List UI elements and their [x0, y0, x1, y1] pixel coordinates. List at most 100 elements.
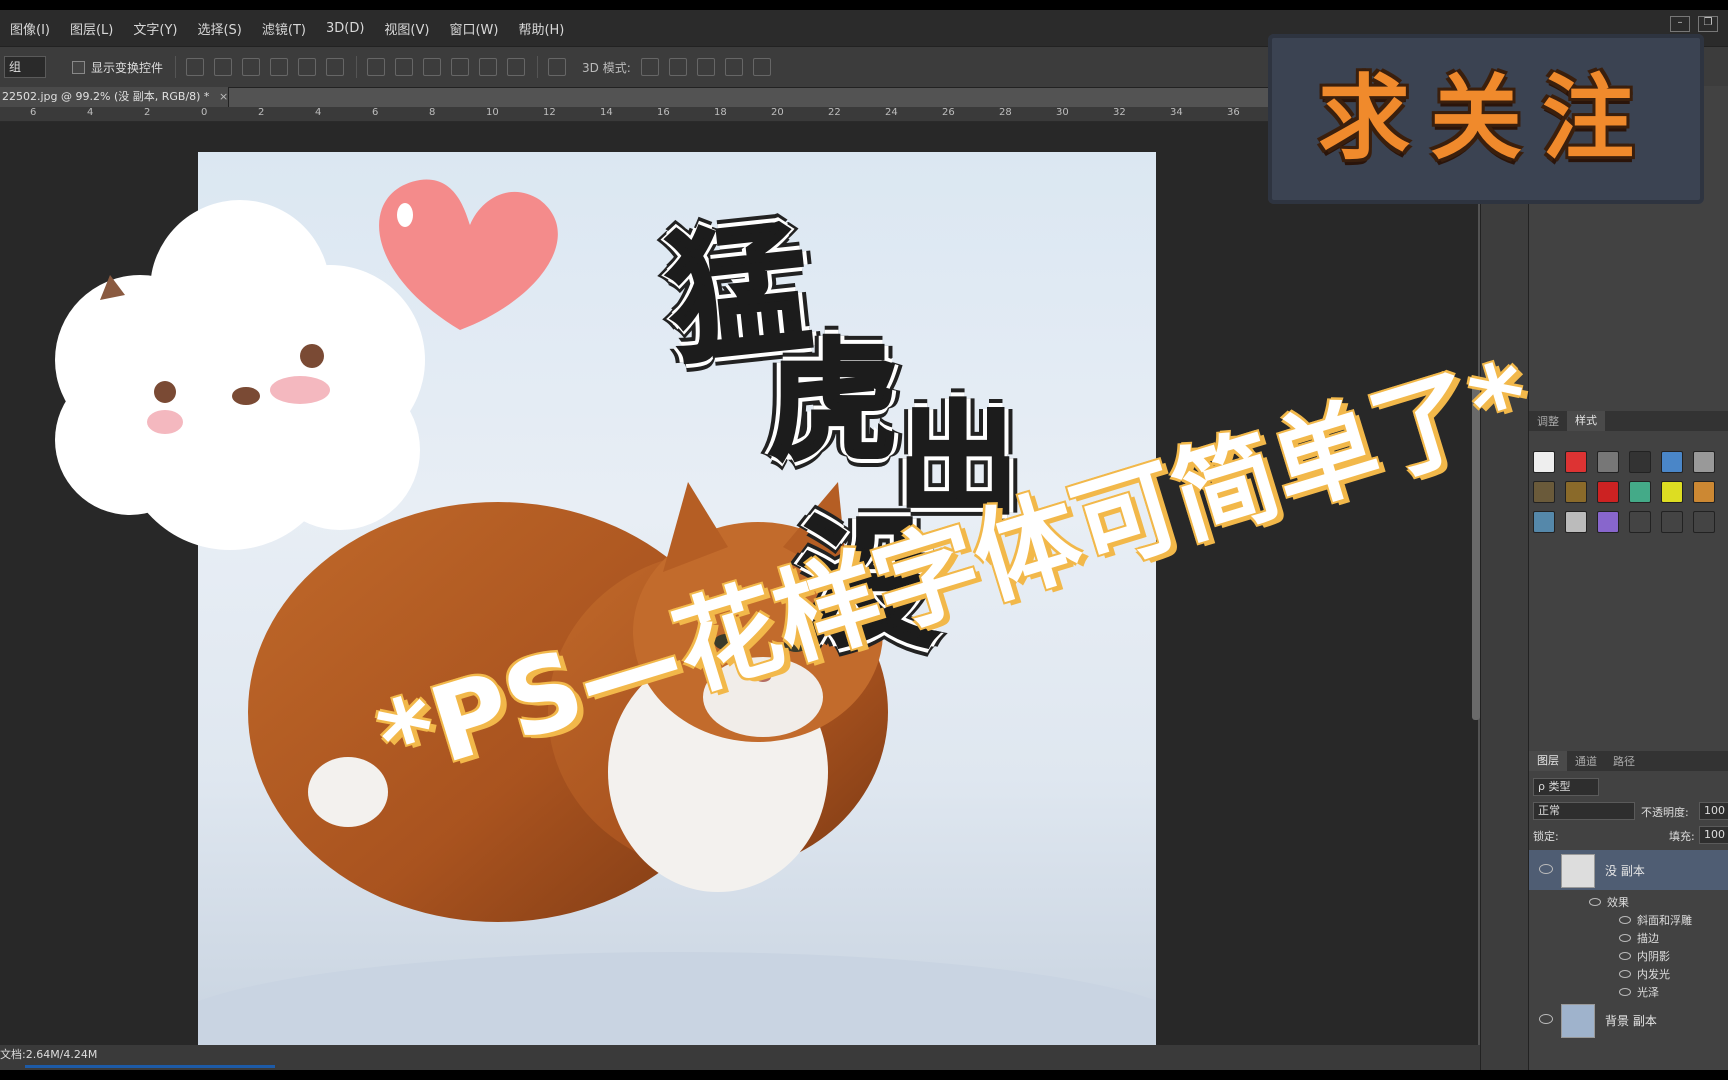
align-hcenter-icon[interactable] [298, 58, 317, 76]
3d-pan-icon[interactable] [696, 58, 715, 76]
layer-filter-kind[interactable]: ρ 类型 [1533, 778, 1599, 796]
tab-channels[interactable]: 通道 [1567, 753, 1605, 769]
visibility-eye-icon[interactable] [1539, 864, 1553, 874]
ruler-tick-label: 16 [657, 107, 670, 118]
menu-select[interactable]: 选择(S) [187, 19, 251, 38]
distribute-hcenter-icon[interactable] [479, 58, 498, 76]
distribute-bottom-icon[interactable] [423, 58, 442, 76]
opacity-label: 不透明度: [1641, 806, 1689, 819]
document-tab[interactable]: 22502.jpg @ 99.2% (没 副本, RGB/8) * × [0, 87, 229, 107]
style-swatch[interactable] [1661, 511, 1683, 533]
align-vcenter-icon[interactable] [214, 58, 233, 76]
align-bottom-icon[interactable] [242, 58, 261, 76]
eye-icon[interactable] [1619, 988, 1631, 996]
effects-group[interactable]: 效果 [1589, 894, 1629, 910]
ruler-tick-label: 30 [1056, 107, 1069, 118]
visibility-eye-icon[interactable] [1539, 1014, 1553, 1024]
effect-inner-shadow[interactable]: 内阴影 [1619, 948, 1670, 964]
effect-label: 斜面和浮雕 [1637, 914, 1692, 927]
tab-layers[interactable]: 图层 [1529, 751, 1567, 771]
style-swatch[interactable] [1693, 451, 1715, 473]
fill-input[interactable]: 100 [1699, 826, 1728, 844]
align-top-icon[interactable] [186, 58, 205, 76]
show-transform-checkbox[interactable] [72, 60, 85, 74]
restore-icon[interactable]: ❐ [1698, 16, 1718, 32]
style-swatch[interactable] [1661, 481, 1683, 503]
style-swatch[interactable] [1629, 481, 1651, 503]
style-swatch[interactable] [1693, 481, 1715, 503]
blend-mode-select[interactable]: 正常 [1533, 802, 1635, 820]
distribute-left-icon[interactable] [451, 58, 470, 76]
minimize-icon[interactable]: – [1670, 16, 1690, 32]
3d-rotate-icon[interactable] [640, 58, 659, 76]
style-swatch[interactable] [1565, 481, 1587, 503]
auto-select-dropdown[interactable]: 组 [4, 56, 46, 78]
layer-thumbnail [1561, 854, 1595, 888]
ruler-tick-label: 10 [486, 107, 499, 118]
style-swatch[interactable] [1597, 511, 1619, 533]
style-swatch[interactable] [1565, 451, 1587, 473]
menu-type[interactable]: 文字(Y) [123, 19, 187, 38]
ruler-tick-label: 18 [714, 107, 727, 118]
eye-icon[interactable] [1589, 898, 1601, 906]
ruler-tick-label: 2 [258, 107, 265, 118]
effect-stroke[interactable]: 描边 [1619, 930, 1659, 946]
menu-layer[interactable]: 图层(L) [60, 19, 123, 38]
eye-icon[interactable] [1619, 916, 1631, 924]
auto-align-icon[interactable] [548, 58, 567, 76]
ruler-tick-label: 34 [1170, 107, 1183, 118]
style-swatch[interactable] [1629, 511, 1651, 533]
panel-dock-icons [1480, 86, 1529, 1070]
effect-satin[interactable]: 光泽 [1619, 984, 1659, 1000]
styles-panel-header: 调整 样式 [1529, 411, 1728, 431]
style-swatch[interactable] [1597, 451, 1619, 473]
art-char-2: 虎 [766, 324, 900, 480]
ruler-tick-label: 4 [315, 107, 322, 118]
layer-name: 没 副本 [1605, 864, 1645, 878]
cat-paw [308, 757, 388, 827]
distribute-right-icon[interactable] [507, 58, 526, 76]
effect-bevel[interactable]: 斜面和浮雕 [1619, 912, 1692, 928]
align-left-icon[interactable] [270, 58, 289, 76]
effect-label: 光泽 [1637, 986, 1659, 999]
eye-icon[interactable] [1619, 952, 1631, 960]
style-swatch[interactable] [1693, 511, 1715, 533]
effect-inner-glow[interactable]: 内发光 [1619, 966, 1670, 982]
layers-panel-header: 图层 通道 路径 [1529, 751, 1728, 771]
ruler-tick-label: 12 [543, 107, 556, 118]
ruler-tick-label: 32 [1113, 107, 1126, 118]
style-swatch[interactable] [1565, 511, 1587, 533]
menu-filter[interactable]: 滤镜(T) [252, 19, 316, 38]
3d-scale-icon[interactable] [752, 58, 771, 76]
style-swatch[interactable] [1661, 451, 1683, 473]
layer-row[interactable]: 背景 副本 [1529, 1000, 1728, 1040]
style-swatch[interactable] [1533, 481, 1555, 503]
menu-view[interactable]: 视图(V) [374, 19, 439, 38]
eye-icon[interactable] [1619, 934, 1631, 942]
ruler-tick-label: 6 [30, 107, 37, 118]
tab-styles[interactable]: 样式 [1567, 411, 1605, 431]
menu-window[interactable]: 窗口(W) [439, 19, 508, 38]
menu-3d[interactable]: 3D(D) [316, 21, 374, 36]
3d-roll-icon[interactable] [668, 58, 687, 76]
effect-label: 内发光 [1637, 968, 1670, 981]
style-swatch[interactable] [1629, 451, 1651, 473]
distribute-top-icon[interactable] [367, 58, 386, 76]
style-swatch[interactable] [1597, 481, 1619, 503]
opacity-input[interactable]: 100 [1699, 802, 1728, 820]
snow-shadow [198, 952, 1156, 1045]
align-right-icon[interactable] [326, 58, 345, 76]
distribute-vcenter-icon[interactable] [395, 58, 414, 76]
ruler-tick-label: 2 [144, 107, 151, 118]
close-icon[interactable]: × [219, 90, 228, 103]
status-bar: 文档:2.64M/4.24M [0, 1045, 1490, 1070]
menu-image[interactable]: 图像(I) [0, 19, 60, 38]
3d-slide-icon[interactable] [724, 58, 743, 76]
ruler-tick-label: 0 [201, 107, 208, 118]
eye-icon[interactable] [1619, 970, 1631, 978]
menu-help[interactable]: 帮助(H) [508, 19, 574, 38]
follow-badge-text: 求关注 [1317, 65, 1654, 172]
layer-row-selected[interactable]: 没 副本 [1529, 850, 1728, 890]
tab-paths[interactable]: 路径 [1605, 753, 1643, 769]
style-swatch[interactable] [1533, 511, 1555, 533]
